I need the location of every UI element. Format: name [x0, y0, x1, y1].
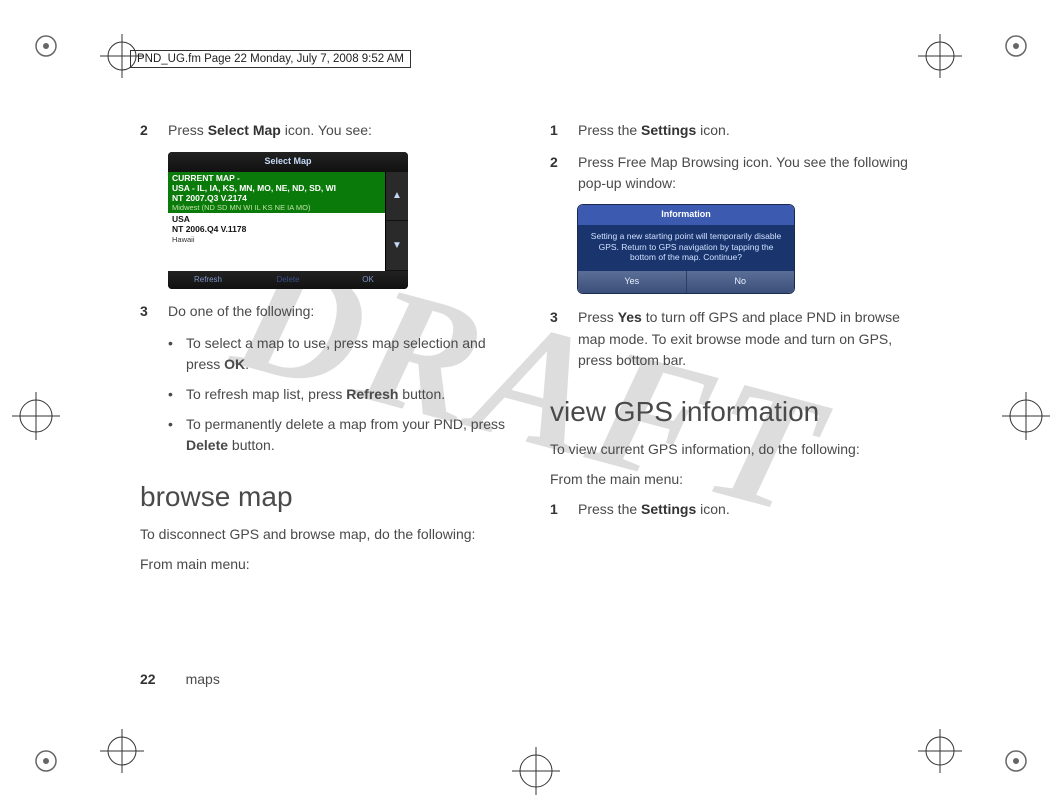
- step-number: 1: [550, 120, 578, 142]
- row2-region: Hawaii: [172, 235, 381, 244]
- bold-text: Settings: [641, 501, 696, 517]
- bullet-body: To refresh map list, press Refresh butto…: [186, 384, 510, 406]
- step-3: 3 Press Yes to turn off GPS and place PN…: [550, 307, 920, 372]
- no-button[interactable]: No: [687, 271, 795, 293]
- paragraph: From main menu:: [140, 554, 510, 576]
- crop-mark-br: [996, 741, 1036, 781]
- row1-line2: USA - IL, IA, KS, MN, MO, NE, ND, SD, WI: [172, 183, 381, 193]
- bullet-item: • To permanently delete a map from your …: [168, 414, 510, 457]
- popup-title: Information: [578, 205, 794, 225]
- corner-cross-tr: [914, 30, 966, 82]
- bold-text: Refresh: [346, 386, 398, 402]
- arrow-up-icon[interactable]: ▲: [386, 172, 408, 221]
- corner-cross-bl: [96, 725, 148, 777]
- bullet-list: • To select a map to use, press map sele…: [168, 333, 510, 457]
- step-1: 1 Press the Settings icon.: [550, 120, 920, 142]
- corner-cross-br: [914, 725, 966, 777]
- arrow-down-icon[interactable]: ▼: [386, 221, 408, 270]
- ok-button[interactable]: OK: [328, 271, 408, 289]
- row1-line3: NT 2007.Q3 V.2174: [172, 193, 381, 203]
- text: .: [245, 356, 249, 372]
- right-column: 1 Press the Settings icon. 2 Press Free …: [550, 120, 920, 720]
- bullet-icon: •: [168, 414, 186, 457]
- popup-buttons: Yes No: [578, 271, 794, 293]
- bold-text: OK: [224, 356, 245, 372]
- paragraph: To disconnect GPS and browse map, do the…: [140, 524, 510, 546]
- text: Press the: [578, 122, 641, 138]
- select-map-list: CURRENT MAP - USA - IL, IA, KS, MN, MO, …: [168, 172, 385, 271]
- step-number: 3: [550, 307, 578, 372]
- left-column: 2 Press Select Map icon. You see: Select…: [140, 120, 510, 720]
- heading-browse-map: browse map: [140, 475, 510, 518]
- bullet-item: • To select a map to use, press map sele…: [168, 333, 510, 376]
- bullet-icon: •: [168, 384, 186, 406]
- select-map-scroll: ▲ ▼: [385, 172, 408, 271]
- text: button.: [398, 386, 445, 402]
- step-body: Press Free Map Browsing icon. You see th…: [578, 152, 920, 195]
- step-body: Press the Settings icon.: [578, 499, 920, 521]
- step-body: Press Select Map icon. You see:: [168, 120, 510, 142]
- paragraph: From the main menu:: [550, 469, 920, 491]
- text: To permanently delete a map from your PN…: [186, 416, 505, 432]
- step-2: 2 Press Free Map Browsing icon. You see …: [550, 152, 920, 195]
- page-header-stamp: PND_UG.fm Page 22 Monday, July 7, 2008 9…: [130, 50, 411, 68]
- registration-mark-bottom: [510, 745, 562, 797]
- text: icon.: [696, 122, 729, 138]
- step-number: 2: [550, 152, 578, 195]
- popup-body: Setting a new starting point will tempor…: [578, 225, 794, 271]
- select-map-buttons: Refresh Delete OK: [168, 271, 408, 289]
- bold-text: Select Map: [208, 122, 281, 138]
- row2-line1: USA: [172, 214, 381, 224]
- page-content: 2 Press Select Map icon. You see: Select…: [140, 120, 920, 720]
- text: button.: [228, 437, 275, 453]
- yes-button[interactable]: Yes: [578, 271, 687, 293]
- information-popup-screenshot: Information Setting a new starting point…: [578, 205, 794, 293]
- paragraph: To view current GPS information, do the …: [550, 439, 920, 461]
- step-number: 3: [140, 301, 168, 323]
- text: Press: [578, 309, 618, 325]
- row2-line2: NT 2006.Q4 V.1178: [172, 224, 381, 234]
- delete-button[interactable]: Delete: [248, 271, 328, 289]
- text: icon.: [696, 501, 729, 517]
- crop-mark-bl: [26, 741, 66, 781]
- text: Press the: [578, 501, 641, 517]
- row1-region: Midwest (ND SD MN WI IL KS NE IA MO): [172, 203, 381, 212]
- text: To refresh map list, press: [186, 386, 346, 402]
- step-body: Press the Settings icon.: [578, 120, 920, 142]
- text: icon. You see:: [281, 122, 372, 138]
- select-map-screenshot: Select Map CURRENT MAP - USA - IL, IA, K…: [168, 152, 408, 289]
- bullet-icon: •: [168, 333, 186, 376]
- bold-text: Delete: [186, 437, 228, 453]
- bold-text: Yes: [618, 309, 642, 325]
- step-number: 1: [550, 499, 578, 521]
- view-gps-step-1: 1 Press the Settings icon.: [550, 499, 920, 521]
- registration-mark-right: [1000, 390, 1052, 442]
- step-body: Press Yes to turn off GPS and place PND …: [578, 307, 920, 372]
- registration-mark-left: [10, 390, 62, 442]
- refresh-button[interactable]: Refresh: [168, 271, 248, 289]
- step-2: 2 Press Select Map icon. You see:: [140, 120, 510, 142]
- bullet-body: To select a map to use, press map select…: [186, 333, 510, 376]
- step-3: 3 Do one of the following:: [140, 301, 510, 323]
- crop-mark-tr: [996, 26, 1036, 66]
- bullet-item: • To refresh map list, press Refresh but…: [168, 384, 510, 406]
- current-map-row: CURRENT MAP - USA - IL, IA, KS, MN, MO, …: [168, 172, 385, 214]
- step-number: 2: [140, 120, 168, 142]
- map-row-2: USA NT 2006.Q4 V.1178 Hawaii: [168, 213, 385, 244]
- row1-line1: CURRENT MAP -: [172, 173, 381, 183]
- select-map-title: Select Map: [168, 152, 408, 172]
- heading-view-gps: view GPS information: [550, 390, 920, 433]
- bullet-body: To permanently delete a map from your PN…: [186, 414, 510, 457]
- crop-mark-tl: [26, 26, 66, 66]
- text: Press: [168, 122, 208, 138]
- step-body: Do one of the following:: [168, 301, 510, 323]
- bold-text: Settings: [641, 122, 696, 138]
